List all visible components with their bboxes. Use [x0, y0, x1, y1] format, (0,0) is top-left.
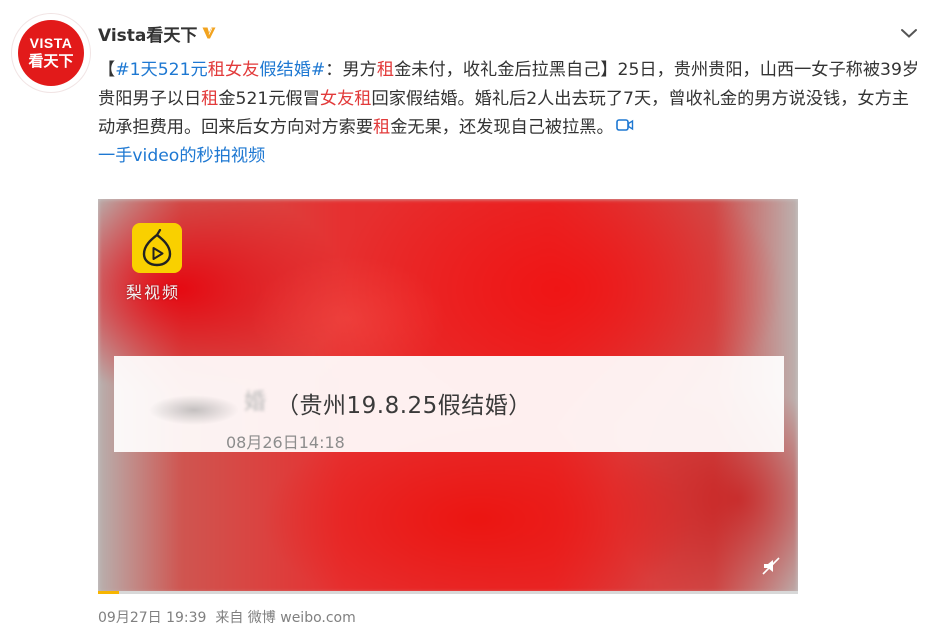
keyword-highlight: 租: [376, 60, 395, 80]
banner-blurred-region: [134, 390, 254, 430]
watermark-label: 梨视频: [126, 283, 181, 302]
chevron-down-icon: [901, 29, 917, 38]
avatar-text-bottom: 看天下: [28, 52, 74, 70]
video-progress-bar[interactable]: [98, 591, 798, 594]
post-source[interactable]: 微博 weibo.com: [248, 607, 356, 627]
keyword-highlight: 女友: [319, 88, 355, 109]
pear-video-logo-icon: [132, 223, 182, 273]
keyword-highlight: 租: [373, 117, 391, 138]
video-player[interactable]: 梨视频 婚 （贵州19.8.25假结婚） 08月26日14:18: [98, 199, 798, 593]
keyword-highlight: 租: [354, 88, 372, 109]
video-link[interactable]: 一手video的秒拍视频: [98, 146, 265, 166]
video-overlay-banner: 婚 （贵州19.8.25假结婚） 08月26日14:18: [114, 356, 784, 452]
post-text-segment: ：男方: [325, 60, 377, 80]
keyword-highlight: 租: [207, 60, 225, 80]
post-date[interactable]: 09月27日 19:39: [98, 607, 206, 627]
source-prefix: 来自: [215, 610, 244, 626]
more-options-button[interactable]: [898, 22, 920, 44]
post-text-segment: 金521元假冒: [218, 88, 320, 109]
hashtag-link[interactable]: 假结婚#: [259, 60, 325, 80]
author-row: Vista看天下: [98, 20, 217, 46]
banner-title: （贵州19.8.25假结婚）: [276, 393, 532, 419]
banner-blurred-text: 婚: [244, 390, 267, 415]
video-link-icon[interactable]: [615, 113, 634, 142]
avatar-text-top: VISTA: [29, 35, 73, 51]
mute-button[interactable]: [760, 555, 782, 577]
avatar[interactable]: VISTA 看天下: [12, 14, 90, 92]
post-text-segment: 【: [98, 60, 116, 80]
verified-badge-icon: [201, 25, 217, 41]
post-meta: 09月27日 19:39 来自 微博 weibo.com: [98, 607, 356, 627]
keyword-highlight: 女友: [224, 60, 260, 80]
post-text: 【#1天521元租女友假结婚#：男方租金未付，收礼金后拉黑自己】25日，贵州贵阳…: [98, 56, 924, 170]
banner-timestamp: 08月26日14:18: [226, 433, 345, 452]
post-text-segment: 金无果，还发现自己被拉黑。: [390, 117, 614, 138]
video-progress-fill: [98, 591, 119, 594]
username[interactable]: Vista看天下: [98, 21, 197, 46]
avatar-logo: VISTA 看天下: [18, 20, 84, 86]
hashtag-link[interactable]: #1天521元: [115, 60, 208, 80]
mute-speaker-icon: [762, 557, 780, 575]
keyword-highlight: 租: [201, 88, 219, 109]
